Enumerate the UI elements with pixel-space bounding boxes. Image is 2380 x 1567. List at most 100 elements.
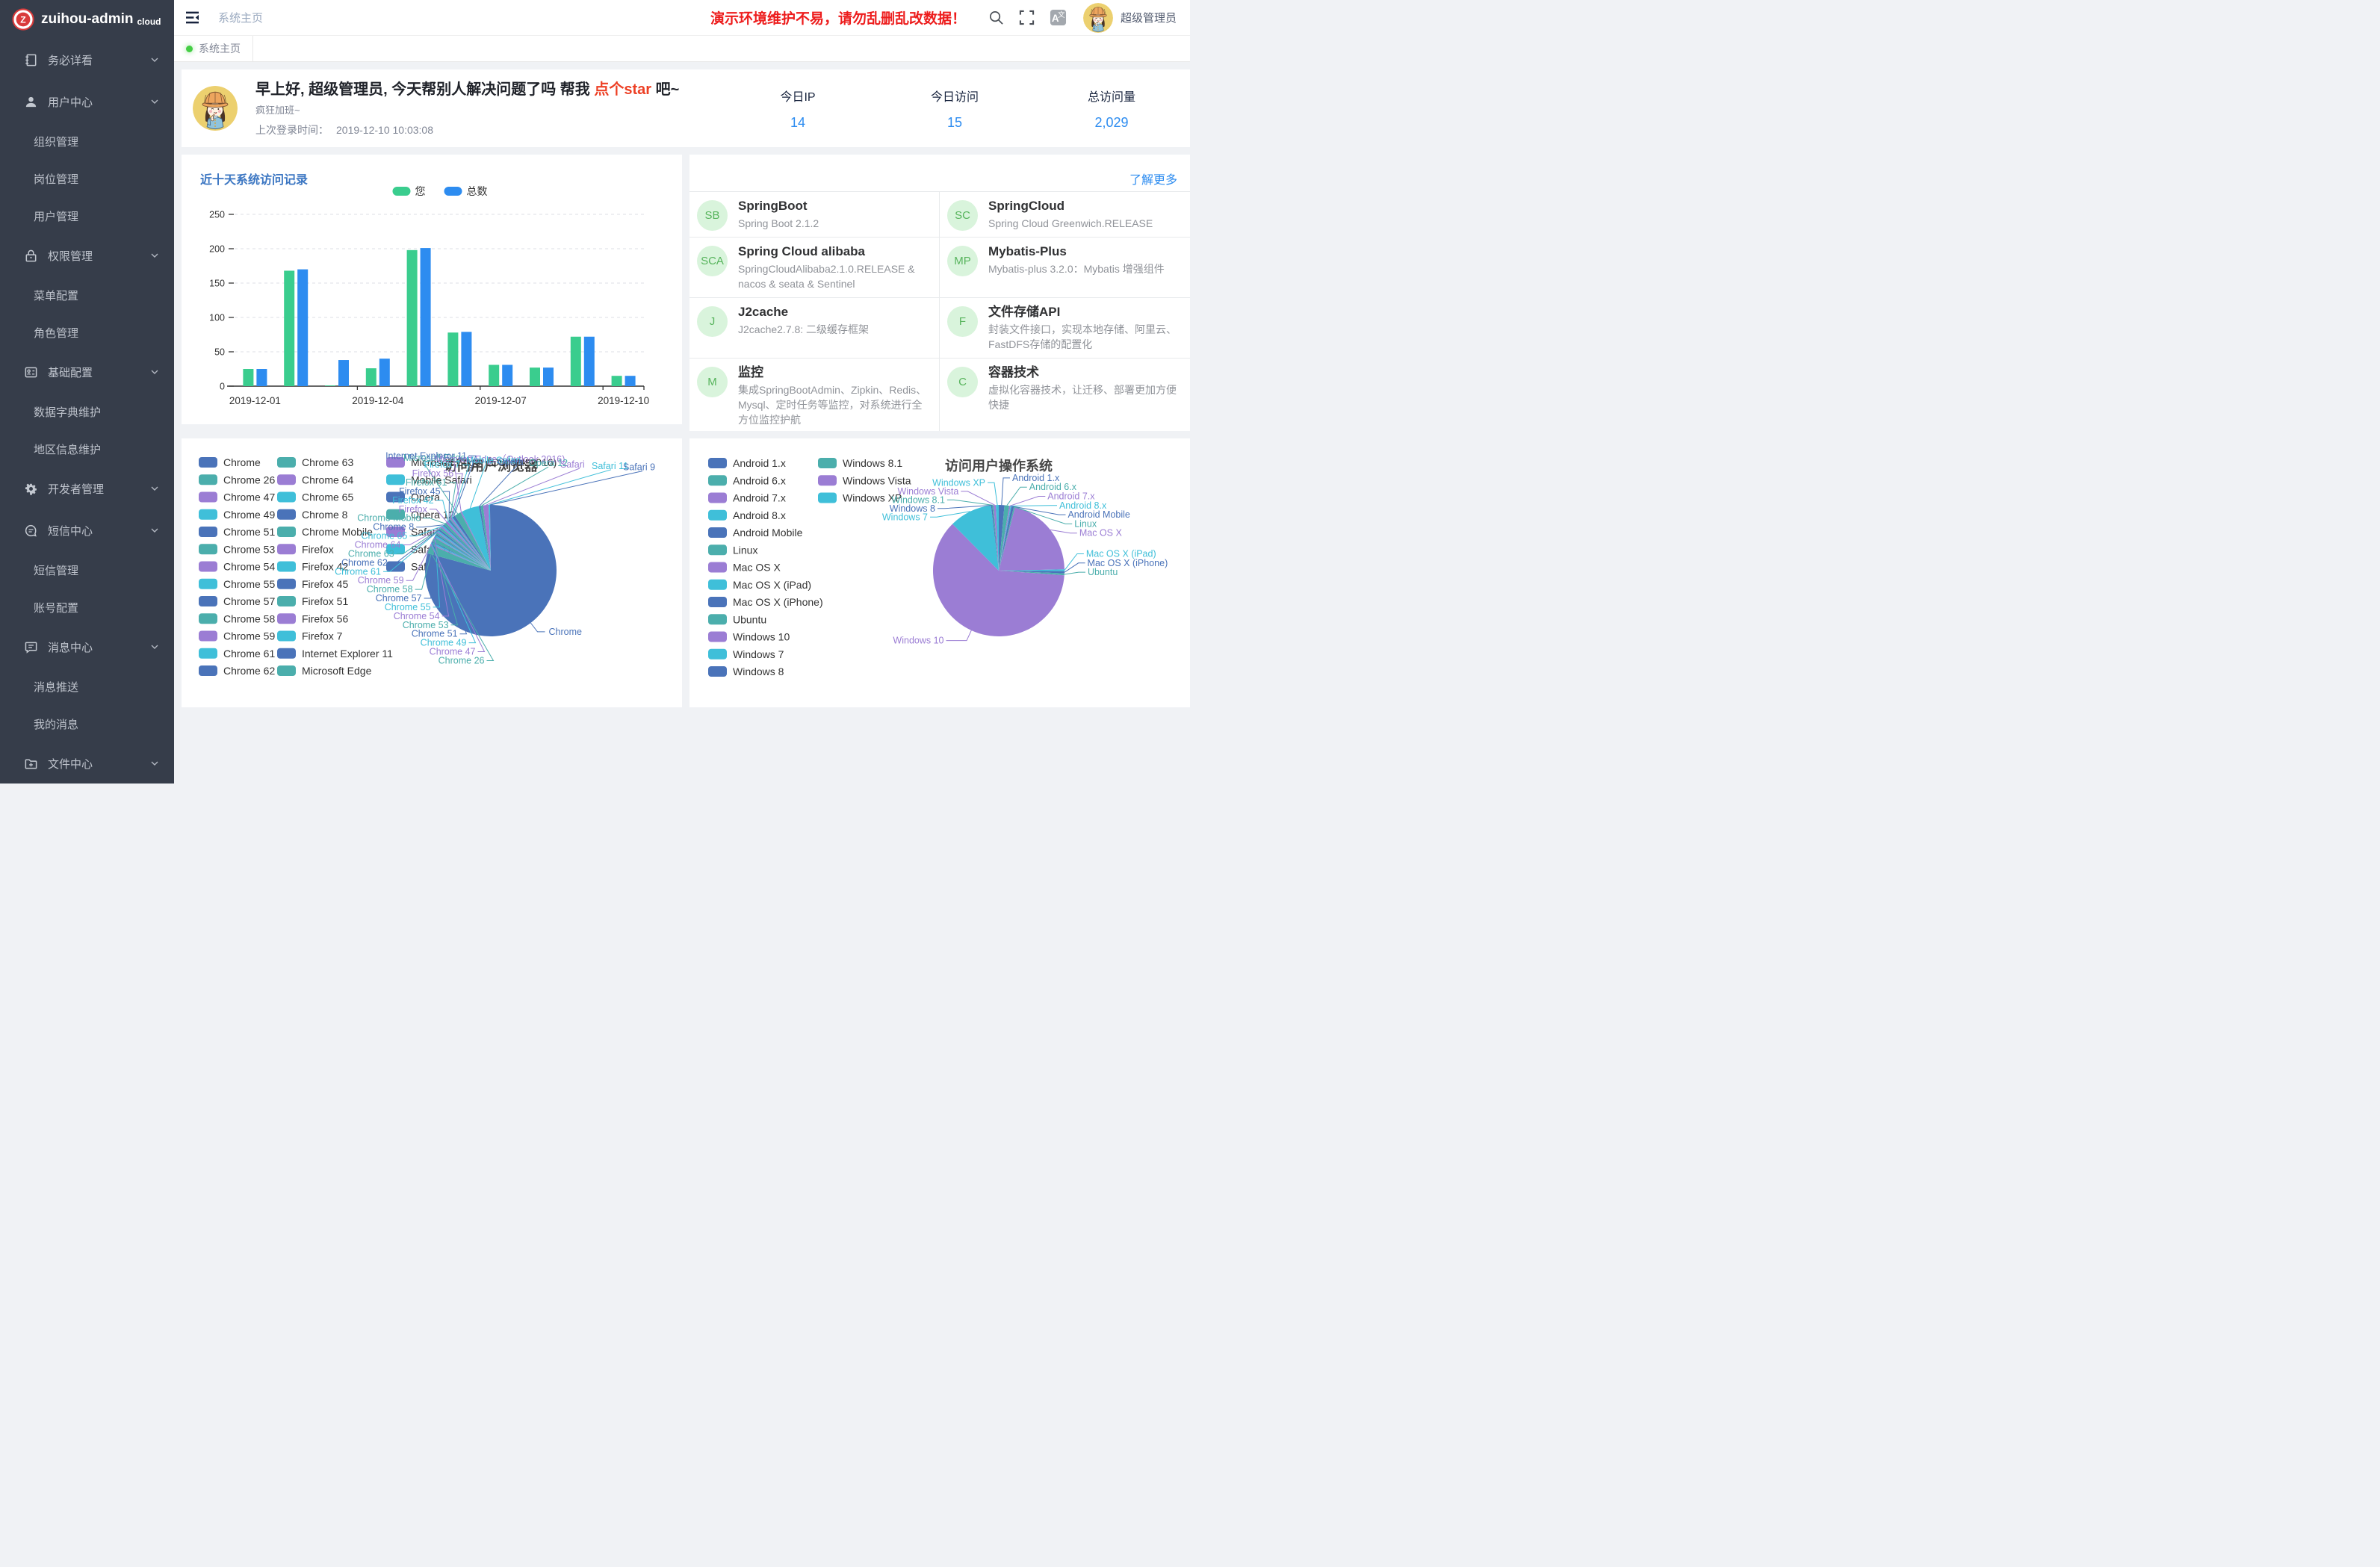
legend-swatch[interactable] — [199, 648, 217, 659]
legend-swatch[interactable] — [277, 631, 296, 642]
bar-总数-2019-12-09[interactable] — [584, 337, 595, 386]
legend-swatch[interactable] — [199, 492, 217, 503]
legend-label[interactable]: Firefox 7 — [302, 630, 343, 642]
legend-label[interactable]: Mac OS X (iPad) — [733, 579, 811, 591]
legend-swatch[interactable] — [277, 509, 296, 520]
star-link[interactable]: 点个star — [594, 81, 651, 98]
legend-label[interactable]: Chrome 63 — [302, 456, 353, 468]
tech-item[interactable]: SB SpringBoot Spring Boot 2.1.2 — [689, 192, 940, 238]
legend-label[interactable]: Ubuntu — [733, 613, 766, 625]
legend-label[interactable]: Internet Explorer 11 — [302, 648, 393, 660]
legend-label[interactable]: Windows 10 — [733, 631, 790, 643]
sidebar-item[interactable]: 开发者管理 — [0, 468, 174, 509]
legend-label[interactable]: Chrome 53 — [223, 543, 275, 555]
legend-swatch[interactable] — [708, 527, 727, 538]
legend-label[interactable]: Android Mobile — [733, 527, 803, 539]
legend-swatch[interactable] — [199, 562, 217, 572]
sidebar-item[interactable]: 消息推送 — [0, 668, 174, 705]
legend-swatch[interactable] — [199, 665, 217, 676]
legend-swatch[interactable] — [708, 510, 727, 521]
legend-swatch[interactable] — [199, 631, 217, 642]
sidebar-item[interactable]: 组织管理 — [0, 122, 174, 160]
legend-swatch[interactable] — [277, 579, 296, 589]
sidebar-item[interactable]: 用户中心 — [0, 81, 174, 122]
bar-您-2019-12-06[interactable] — [447, 332, 458, 386]
legend-label[interactable]: Chrome 57 — [223, 595, 275, 607]
legend-label[interactable]: Firefox 56 — [302, 612, 348, 624]
legend-swatch[interactable] — [708, 458, 727, 468]
legend-label[interactable]: Chrome 59 — [223, 630, 275, 642]
legend-label[interactable]: Chrome 47 — [223, 491, 275, 503]
legend-swatch[interactable] — [708, 649, 727, 660]
bar-总数-2019-12-05[interactable] — [421, 248, 431, 386]
legend-label[interactable]: Mac OS X — [733, 562, 781, 574]
sidebar-item[interactable]: 用户管理 — [0, 197, 174, 235]
legend-label[interactable]: Firefox 51 — [302, 595, 348, 607]
legend-swatch[interactable] — [708, 666, 727, 677]
current-user-name[interactable]: 超级管理员 — [1121, 10, 1177, 25]
legend-swatch[interactable] — [199, 613, 217, 624]
legend-label[interactable]: Firefox 45 — [302, 578, 348, 590]
legend-label[interactable]: Windows 7 — [733, 648, 784, 660]
legend-label[interactable]: Windows 8.1 — [843, 457, 902, 469]
sidebar-item[interactable]: 菜单配置 — [0, 276, 174, 314]
legend-swatch[interactable] — [199, 579, 217, 589]
legend-label[interactable]: Chrome 55 — [223, 578, 275, 590]
legend-label[interactable]: Linux — [733, 544, 757, 556]
collapse-menu-icon[interactable] — [185, 11, 199, 24]
legend-label[interactable]: Chrome 65 — [302, 491, 353, 503]
legend-swatch[interactable] — [708, 580, 727, 590]
legend-label[interactable]: 您 — [415, 185, 426, 197]
legend-label[interactable]: Android 7.x — [733, 492, 786, 504]
bar-您-2019-12-04[interactable] — [366, 368, 376, 386]
learn-more-link[interactable]: 了解更多 — [1129, 170, 1177, 187]
legend-label[interactable]: Chrome 8 — [302, 509, 348, 521]
sidebar-item[interactable]: 账号配置 — [0, 589, 174, 626]
sidebar-item[interactable]: 基础配置 — [0, 351, 174, 393]
legend-swatch[interactable] — [199, 474, 217, 485]
legend-swatch[interactable] — [393, 187, 411, 196]
bar-总数-2019-12-02[interactable] — [297, 270, 308, 386]
bar-总数-2019-12-08[interactable] — [543, 367, 554, 386]
stat-value[interactable]: 14 — [719, 115, 876, 131]
sidebar-item[interactable]: 角色管理 — [0, 314, 174, 351]
legend-label[interactable]: Chrome 54 — [223, 561, 275, 573]
breadcrumb[interactable]: 系统主页 — [218, 10, 263, 25]
legend-swatch[interactable] — [199, 457, 217, 468]
legend-swatch[interactable] — [708, 632, 727, 642]
sidebar-item[interactable]: 地区信息维护 — [0, 430, 174, 468]
legend-swatch[interactable] — [818, 475, 837, 485]
legend-label[interactable]: Android 6.x — [733, 474, 786, 486]
legend-swatch[interactable] — [277, 544, 296, 554]
fullscreen-icon[interactable] — [1019, 10, 1035, 25]
legend-swatch[interactable] — [277, 492, 296, 503]
legend-swatch[interactable] — [444, 187, 462, 196]
sidebar-item[interactable]: 短信中心 — [0, 509, 174, 551]
legend-swatch[interactable] — [199, 596, 217, 606]
sidebar-item[interactable]: 短信管理 — [0, 551, 174, 589]
tech-item[interactable]: SCA Spring Cloud alibaba SpringCloudAlib… — [689, 238, 940, 298]
tech-item[interactable]: J J2cache J2cache2.7.8: 二级缓存框架 — [689, 298, 940, 359]
legend-swatch[interactable] — [708, 493, 727, 503]
legend-swatch[interactable] — [277, 457, 296, 468]
legend-swatch[interactable] — [199, 527, 217, 537]
legend-label[interactable]: Chrome 62 — [223, 665, 275, 677]
bar-总数-2019-12-07[interactable] — [502, 364, 512, 386]
tech-item[interactable]: F 文件存储API 封装文件接口，实现本地存储、阿里云、FastDFS存储的配置… — [940, 298, 1190, 359]
bar-总数-2019-12-01[interactable] — [256, 369, 267, 386]
legend-label[interactable]: Chrome 58 — [223, 612, 275, 624]
logo[interactable]: Z zuihou-admin cloud — [0, 0, 174, 39]
legend-label[interactable]: Chrome 49 — [223, 509, 275, 521]
sidebar-item[interactable]: 权限管理 — [0, 235, 174, 276]
bar-总数-2019-12-10[interactable] — [625, 376, 636, 386]
bar-您-2019-12-03[interactable] — [325, 385, 335, 386]
sidebar-item[interactable]: 岗位管理 — [0, 160, 174, 197]
legend-label[interactable]: Windows Vista — [843, 474, 911, 486]
bar-您-2019-12-10[interactable] — [612, 376, 622, 386]
sidebar-item[interactable]: 务必详看 — [0, 39, 174, 81]
bar-您-2019-12-05[interactable] — [407, 250, 418, 386]
legend-swatch[interactable] — [708, 544, 727, 555]
tab-home[interactable]: 系统主页 — [174, 36, 253, 61]
bar-总数-2019-12-04[interactable] — [379, 359, 390, 386]
legend-swatch[interactable] — [277, 527, 296, 537]
